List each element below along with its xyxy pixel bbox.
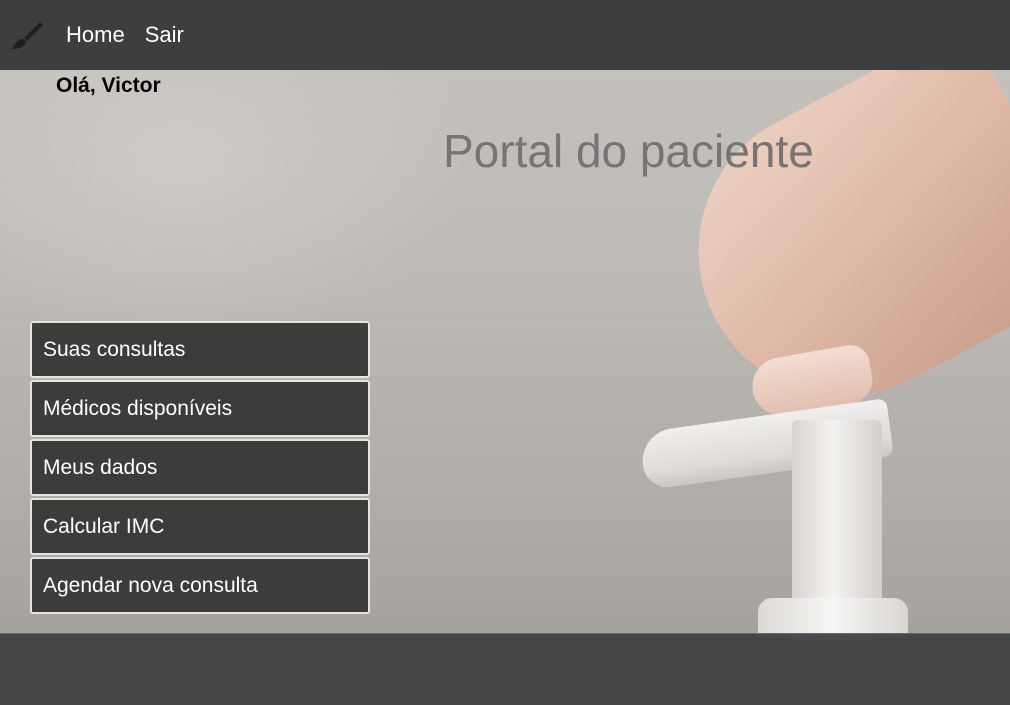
menu-item-suas-consultas[interactable]: Suas consultas bbox=[30, 321, 370, 378]
menu-item-meus-dados[interactable]: Meus dados bbox=[30, 439, 370, 496]
menu-item-agendar-nova-consulta[interactable]: Agendar nova consulta bbox=[30, 557, 370, 614]
pump-cap-shape bbox=[758, 598, 908, 638]
menu-item-calcular-imc[interactable]: Calcular IMC bbox=[30, 498, 370, 555]
nav-link-home[interactable]: Home bbox=[66, 22, 125, 48]
nav-link-sair[interactable]: Sair bbox=[145, 22, 184, 48]
top-navbar: Home Sair bbox=[0, 0, 1010, 70]
paintbrush-icon[interactable] bbox=[10, 18, 44, 52]
patient-menu: Suas consultas Médicos disponíveis Meus … bbox=[30, 321, 370, 616]
menu-item-medicos-disponiveis[interactable]: Médicos disponíveis bbox=[30, 380, 370, 437]
user-greeting: Olá, Victor bbox=[56, 74, 161, 97]
page-title: Portal do paciente bbox=[443, 125, 814, 177]
page-footer bbox=[0, 633, 1010, 705]
